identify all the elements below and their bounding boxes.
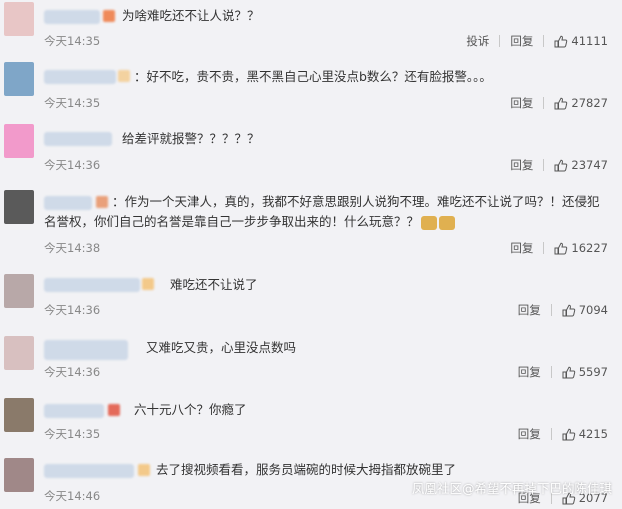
like-count: 5597 — [578, 365, 608, 379]
comment-6: 又难吃又贵，心里没点数吗 今天14:36 回复 5597 — [0, 332, 622, 392]
comment-text: ：作为一个天津人，真的，我都不好意思跟别人说狗不理。难吃还不让说了吗？！还侵犯名… — [44, 194, 600, 230]
avatar[interactable] — [4, 274, 34, 308]
username-blurred[interactable] — [44, 404, 104, 418]
comment-actions: 回复 5597 — [518, 364, 608, 380]
comment-text: ：好不吃，贵不贵，黑不黑自己心里没点b数么？还有脸报警。。。 — [134, 69, 492, 84]
like-count: 23747 — [571, 158, 608, 172]
like-button[interactable]: 16227 — [554, 241, 608, 255]
divider — [499, 35, 501, 47]
comment-time: 今天14:46 — [44, 489, 101, 503]
comment-time: 今天14:36 — [44, 365, 101, 379]
comment-7: 六十元八个？你瘾了 今天14:35 回复 4215 — [0, 394, 622, 454]
like-button[interactable]: 5597 — [562, 365, 608, 379]
avatar[interactable] — [4, 62, 34, 96]
avatar[interactable] — [4, 190, 34, 224]
like-count: 27827 — [571, 96, 608, 110]
comment-2: ：好不吃，贵不贵，黑不黑自己心里没点b数么？还有脸报警。。。 今天14:35 回… — [0, 60, 622, 120]
comment-text: 又难吃又贵，心里没点数吗 — [146, 340, 297, 355]
comment-text: 为啥难吃还不让人说？？ — [122, 8, 260, 23]
reply-button[interactable]: 回复 — [518, 302, 541, 318]
comment-time: 今天14:38 — [44, 241, 101, 255]
comment-1: 为啥难吃还不让人说？？ 今天14:35 投诉 回复 41111 — [0, 0, 622, 60]
divider — [550, 304, 552, 316]
avatar[interactable] — [4, 124, 34, 158]
username-blurred[interactable] — [44, 10, 100, 24]
reply-button[interactable]: 回复 — [510, 240, 533, 256]
like-button[interactable]: 4215 — [562, 427, 608, 441]
comment-actions: 回复 23747 — [510, 157, 608, 173]
like-button[interactable]: 23747 — [554, 158, 608, 172]
divider — [543, 35, 545, 47]
avatar[interactable] — [4, 336, 34, 370]
divider — [550, 428, 552, 440]
avatar[interactable] — [4, 2, 34, 36]
comment-text: 去了搜视频看看，服务员端碗的时候大拇指都放碗里了 — [156, 462, 457, 477]
thumbs-up-icon — [562, 428, 575, 440]
thumbs-up-icon — [554, 242, 568, 254]
comment-text: 六十元八个？你瘾了 — [134, 402, 247, 417]
report-button[interactable]: 投诉 — [466, 33, 489, 49]
comment-time: 今天14:35 — [44, 427, 101, 441]
comment-3: 给差评就报警？？？？？ 今天14:36 回复 23747 — [0, 122, 622, 182]
watermark: 凤凰社区@希望不再掉下巴的陈佳琪 — [411, 481, 612, 496]
like-count: 7094 — [578, 303, 608, 317]
user-badge-icon — [138, 464, 150, 476]
like-button[interactable]: 41111 — [554, 34, 608, 48]
divider — [543, 159, 545, 171]
comment-actions: 回复 4215 — [518, 426, 608, 442]
username-blurred[interactable] — [44, 70, 116, 84]
user-badge-icon — [118, 70, 130, 82]
divider — [543, 242, 545, 254]
user-badge-icon — [142, 278, 154, 290]
comment-time: 今天14:36 — [44, 158, 101, 172]
like-button[interactable]: 27827 — [554, 96, 608, 110]
username-blurred[interactable] — [44, 340, 128, 360]
comment-actions: 投诉 回复 41111 — [466, 33, 608, 49]
thumbs-up-icon — [562, 304, 575, 316]
user-badge-icon — [108, 404, 120, 416]
reply-button[interactable]: 回复 — [518, 426, 541, 442]
comment-text: 难吃还不让说了 — [170, 277, 258, 292]
comment-actions: 回复 16227 — [510, 240, 608, 256]
avatar[interactable] — [4, 458, 34, 492]
comment-4: ：作为一个天津人，真的，我都不好意思跟别人说狗不理。难吃还不让说了吗？！还侵犯名… — [0, 184, 622, 268]
thumbs-up-icon — [554, 159, 568, 171]
comment-time: 今天14:35 — [44, 96, 101, 110]
comment-5: 难吃还不让说了 今天14:36 回复 7094 — [0, 270, 622, 330]
avatar[interactable] — [4, 398, 34, 432]
like-count: 41111 — [571, 34, 608, 48]
thumbs-down-emoji-icon — [439, 215, 456, 230]
comment-time: 今天14:36 — [44, 303, 101, 317]
comment-text: 给差评就报警？？？？？ — [122, 131, 260, 146]
thumbs-down-emoji-icon — [421, 215, 438, 230]
comment-actions: 回复 7094 — [518, 302, 608, 318]
comment-time: 今天14:35 — [44, 34, 101, 48]
user-badge-icon — [103, 10, 115, 22]
divider — [550, 366, 552, 378]
reply-button[interactable]: 回复 — [510, 33, 533, 49]
username-blurred[interactable] — [44, 464, 134, 478]
reply-button[interactable]: 回复 — [510, 95, 533, 111]
username-blurred[interactable] — [44, 278, 140, 292]
thumbs-up-icon — [562, 366, 575, 378]
like-count: 16227 — [571, 241, 608, 255]
like-button[interactable]: 7094 — [562, 303, 608, 317]
reply-button[interactable]: 回复 — [510, 157, 533, 173]
comment-actions: 回复 27827 — [510, 95, 608, 111]
thumbs-up-icon — [554, 97, 568, 109]
reply-button[interactable]: 回复 — [518, 364, 541, 380]
username-blurred[interactable] — [44, 132, 112, 146]
divider — [543, 97, 545, 109]
like-count: 4215 — [578, 427, 608, 441]
thumbs-up-icon — [554, 35, 568, 47]
